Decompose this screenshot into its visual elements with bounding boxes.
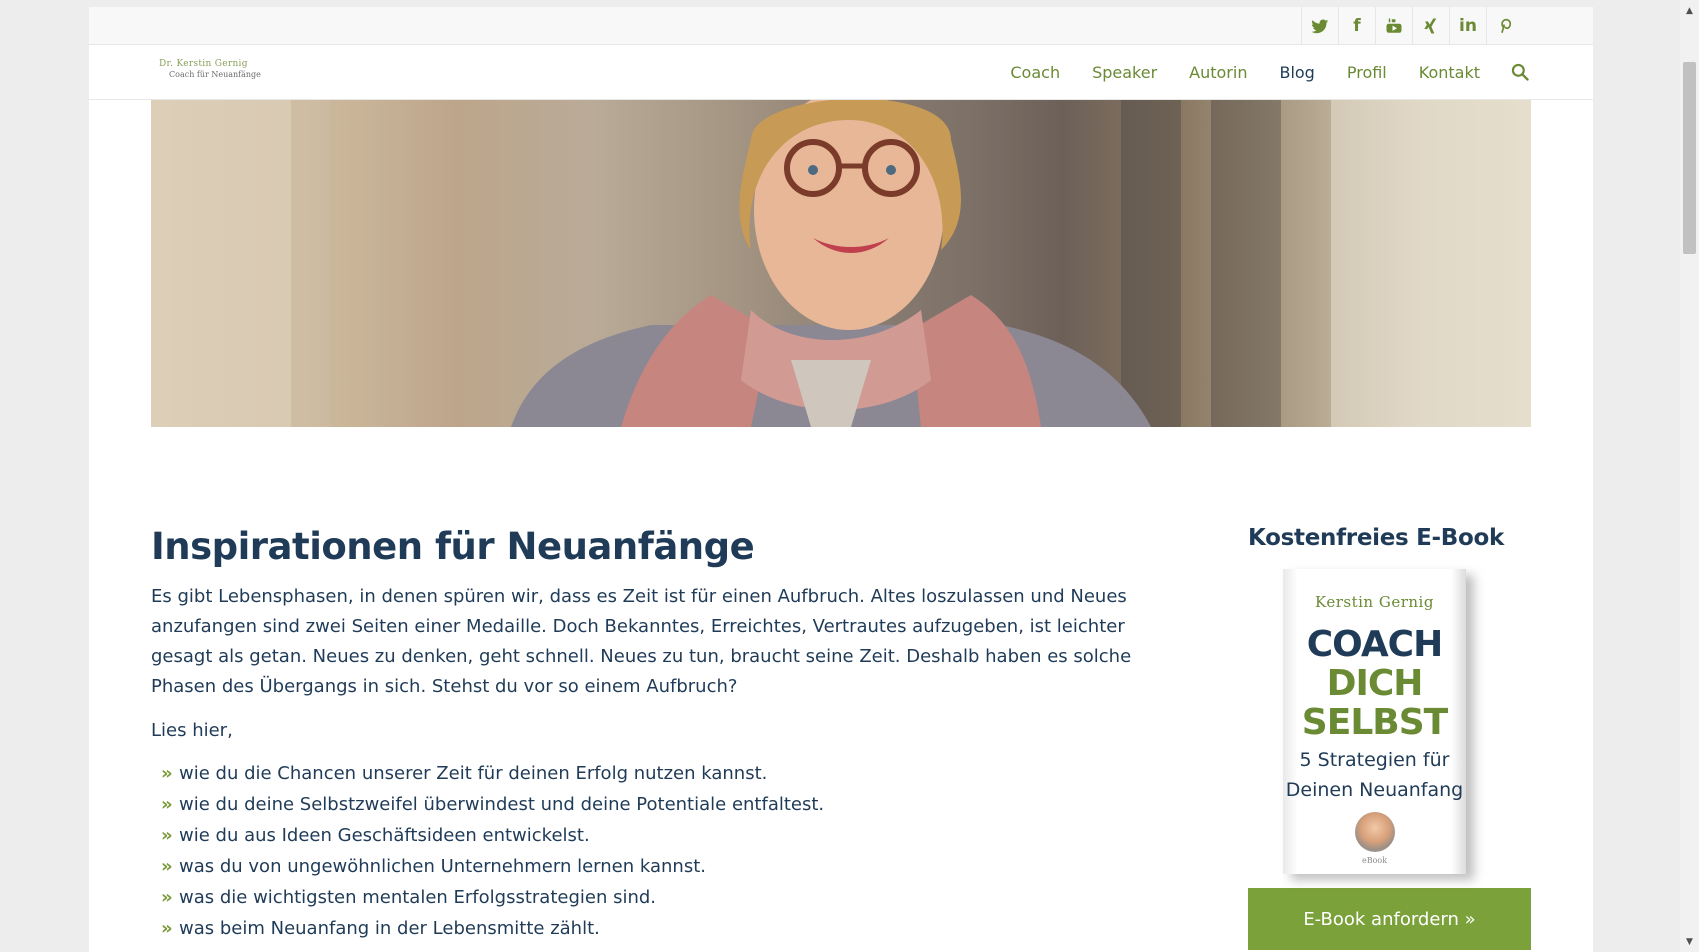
bullet-marker: » xyxy=(161,824,173,846)
list-item-text: was die wichtigsten mentalen Erfolgsstra… xyxy=(179,886,657,908)
social-links: f in xyxy=(1301,7,1523,44)
social-bar: f in xyxy=(89,7,1593,45)
intro-paragraph: Es gibt Lebensphasen, in denen spüren wi… xyxy=(151,585,1132,697)
scroll-up-arrow-icon[interactable]: ▲ xyxy=(1680,2,1699,19)
cover-title-line2: DICH xyxy=(1326,663,1424,704)
list-item-text: wie du deine Selbstzweifel überwindest u… xyxy=(179,793,825,815)
facebook-icon: f xyxy=(1353,15,1361,36)
logo-tagline: Coach für Neuanfänge xyxy=(169,70,261,79)
list-item-text: wie du aus Ideen Geschäftsideen entwicke… xyxy=(179,824,590,846)
xing-link[interactable] xyxy=(1412,7,1449,44)
nav-blog[interactable]: Blog xyxy=(1279,63,1314,82)
list-item-text: wie du die Chancen unserer Zeit für dein… xyxy=(179,762,768,784)
bullet-marker: » xyxy=(161,793,173,815)
bullet-marker: » xyxy=(161,886,173,908)
bullet-marker: » xyxy=(161,762,173,784)
pinterest-icon xyxy=(1501,18,1512,33)
search-icon[interactable] xyxy=(1510,62,1530,82)
cover-title-line1: COACH xyxy=(1306,624,1443,665)
nav-speaker[interactable]: Speaker xyxy=(1092,63,1157,82)
cover-subtitle-line2: Deinen Neuanfang xyxy=(1285,779,1464,801)
cover-author: Kerstin Gernig xyxy=(1315,593,1434,611)
site-logo[interactable]: Dr. Kerstin Gernig Coach für Neuanfänge xyxy=(159,59,269,79)
scrollbar[interactable]: ▲ ▼ xyxy=(1680,0,1699,952)
youtube-icon xyxy=(1386,18,1402,33)
sidebar-title: Kostenfreies E-Book xyxy=(1248,525,1504,551)
sidebar: Kostenfreies E-Book Kerstin Gernig COACH… xyxy=(1248,525,1531,950)
youtube-link[interactable] xyxy=(1375,7,1412,44)
nav-autorin[interactable]: Autorin xyxy=(1189,63,1247,82)
scroll-down-arrow-icon[interactable]: ▼ xyxy=(1680,933,1699,950)
list-item: » was du von ungewöhnlichen Unternehmern … xyxy=(151,851,1151,882)
topic-list: » wie du die Chancen unserer Zeit für dei… xyxy=(151,758,1151,944)
linkedin-icon: in xyxy=(1459,15,1477,36)
bullet-marker: » xyxy=(161,917,173,939)
list-item: » was die wichtigsten mentalen Erfolgsstr… xyxy=(151,882,1151,913)
twitter-icon xyxy=(1311,18,1329,33)
ebook-cover[interactable]: Kerstin Gernig COACH DICH SELBST 5 Strat… xyxy=(1283,569,1466,874)
nav-coach[interactable]: Coach xyxy=(1010,63,1060,82)
list-item: » wie du aus Ideen Geschäftsideen entwick… xyxy=(151,820,1151,851)
page: f in Dr. Kerstin Gernig Coach für Neuanf… xyxy=(89,7,1593,952)
nav-kontakt[interactable]: Kontakt xyxy=(1419,63,1480,82)
cover-portrait xyxy=(1354,812,1395,852)
list-item: » wie du die Chancen unserer Zeit für dei… xyxy=(151,758,1151,789)
list-item-text: was du von ungewöhnlichen Unternehmern l… xyxy=(179,855,706,877)
xing-icon xyxy=(1424,18,1437,33)
cover-ebook-label: eBook xyxy=(1361,856,1388,865)
cover-title-line3: SELBST xyxy=(1301,702,1448,743)
logo-name: Dr. Kerstin Gernig xyxy=(159,59,248,69)
page-title: Inspirationen für Neuanfänge xyxy=(151,525,755,568)
hero-portrait xyxy=(151,100,1531,427)
list-item: » wie du deine Selbstzweifel überwindest … xyxy=(151,789,1151,820)
scrollbar-thumb[interactable] xyxy=(1683,62,1696,254)
pinterest-link[interactable] xyxy=(1486,7,1523,44)
facebook-link[interactable]: f xyxy=(1338,7,1375,44)
main-nav: Coach Speaker Autorin Blog Profil Kontak… xyxy=(978,45,1530,99)
linkedin-link[interactable]: in xyxy=(1449,7,1486,44)
site-header: Dr. Kerstin Gernig Coach für Neuanfänge … xyxy=(89,45,1593,100)
cover-subtitle-line1: 5 Strategien für xyxy=(1299,749,1450,771)
twitter-link[interactable] xyxy=(1301,7,1338,44)
main-content: Inspirationen für Neuanfänge Es gibt Leb… xyxy=(151,525,1151,944)
hero-image xyxy=(151,100,1531,427)
bullet-marker: » xyxy=(161,855,173,877)
lead-text: Lies hier, xyxy=(151,719,233,741)
list-item: » was beim Neuanfang in der Lebensmitte z… xyxy=(151,913,1151,944)
nav-profil[interactable]: Profil xyxy=(1347,63,1387,82)
request-ebook-button[interactable]: E-Book anfordern » xyxy=(1248,888,1531,950)
list-item-text: was beim Neuanfang in der Lebensmitte zä… xyxy=(179,917,600,939)
